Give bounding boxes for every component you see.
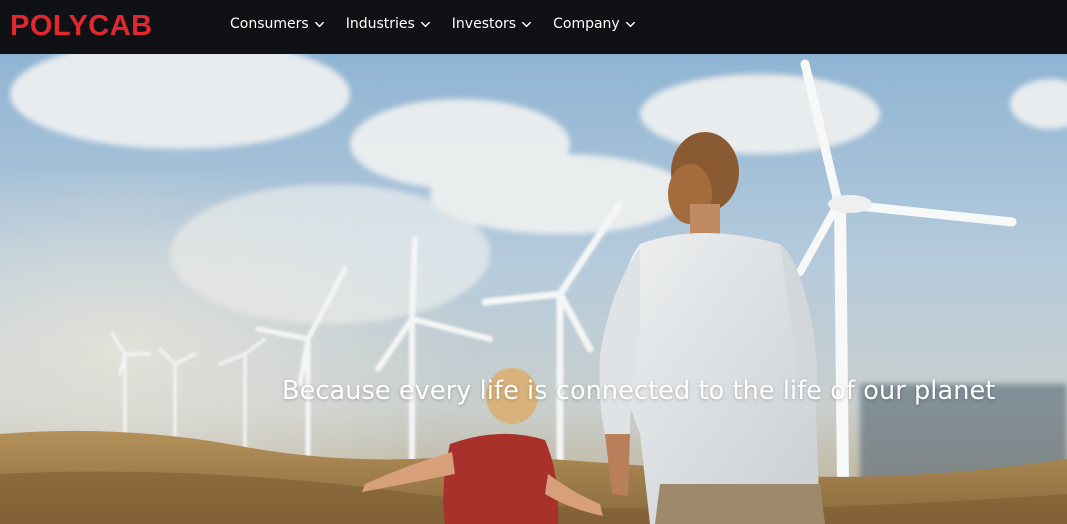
- nav-item-investors[interactable]: Investors: [452, 16, 532, 32]
- nav-item-industries[interactable]: Industries: [346, 16, 431, 32]
- chevron-down-icon: [625, 19, 636, 30]
- main-nav: Consumers Industries Investors Company: [230, 0, 657, 48]
- hero-banner: Because every life is connected to the l…: [0, 54, 1067, 524]
- chevron-down-icon: [521, 19, 532, 30]
- chevron-down-icon: [314, 19, 325, 30]
- hero-image-wind-turbines: [0, 54, 1067, 524]
- polycab-logo[interactable]: POLYCAB: [10, 9, 153, 43]
- nav-item-company[interactable]: Company: [553, 16, 636, 32]
- top-navigation-bar: POLYCAB Consumers Industries Investors C…: [0, 0, 1067, 54]
- nav-item-label: Industries: [345, 16, 415, 32]
- nav-item-label: Company: [553, 16, 620, 32]
- nav-item-label: Investors: [451, 16, 517, 32]
- nav-item-label: Consumers: [230, 16, 309, 32]
- hero-tagline: Because every life is connected to the l…: [282, 376, 996, 406]
- chevron-down-icon: [420, 19, 431, 30]
- nav-item-consumers[interactable]: Consumers: [230, 16, 325, 32]
